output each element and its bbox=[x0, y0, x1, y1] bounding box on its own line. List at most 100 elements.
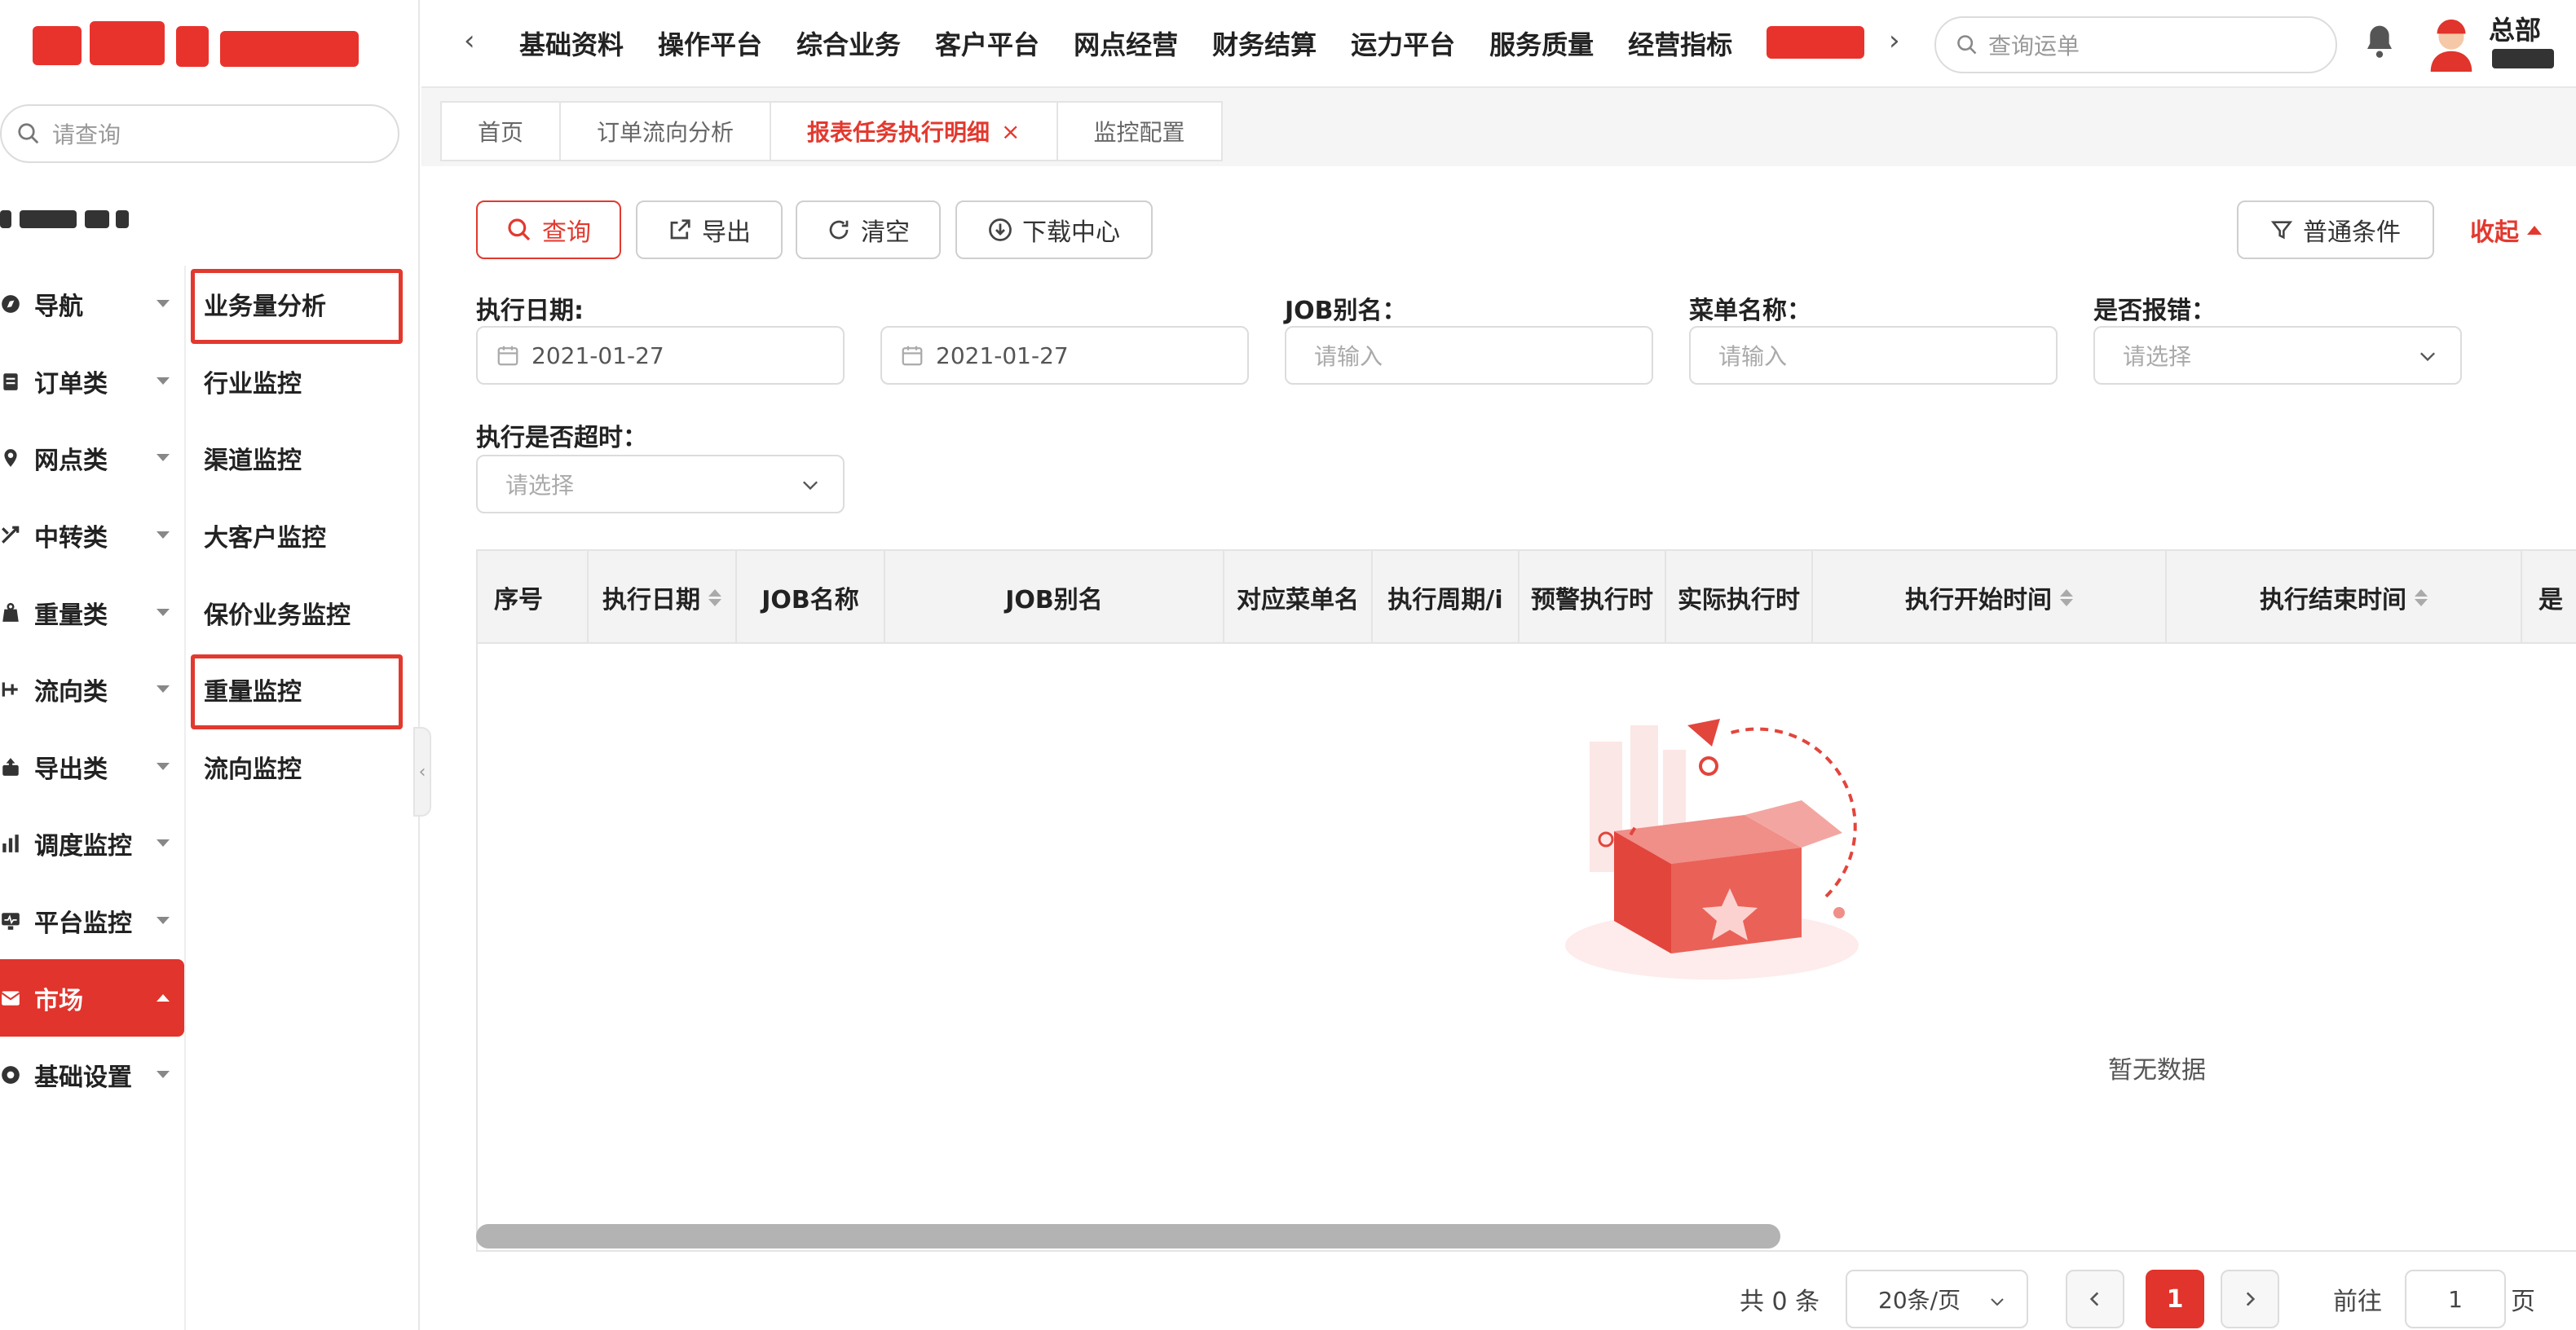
calendar-icon bbox=[496, 343, 520, 368]
bell-icon[interactable] bbox=[2363, 23, 2396, 62]
top-nav-item[interactable]: 客户平台 bbox=[935, 24, 1039, 62]
sidebar-search-input[interactable]: 请查询 bbox=[0, 104, 399, 163]
top-nav-item[interactable]: 网点经营 bbox=[1074, 24, 1178, 62]
date-start-value: 2021-01-27 bbox=[532, 341, 664, 369]
sort-icon[interactable] bbox=[2415, 588, 2428, 606]
is-timeout-select[interactable]: 请选择 bbox=[476, 455, 845, 513]
chevron-down-icon bbox=[157, 762, 170, 770]
column-header-job-name: JOB名称 bbox=[737, 551, 885, 644]
user-detail-redacted bbox=[2492, 49, 2554, 68]
chevron-down-icon bbox=[799, 474, 822, 503]
is-error-select[interactable]: 请选择 bbox=[2093, 326, 2462, 385]
submenu-item-flow[interactable]: 流向监控 bbox=[186, 729, 420, 806]
chevron-left-icon bbox=[2089, 1292, 2099, 1306]
horizontal-scrollbar[interactable] bbox=[476, 1224, 1780, 1249]
tab-report-task-detail[interactable]: 报表任务执行明细 × bbox=[770, 101, 1056, 161]
job-alias-input[interactable]: 请输入 bbox=[1285, 326, 1653, 385]
search-icon bbox=[18, 123, 39, 144]
date-start-input[interactable]: 2021-01-27 bbox=[476, 326, 845, 385]
submenu-item-channel[interactable]: 渠道监控 bbox=[186, 420, 420, 497]
top-nav-item[interactable]: 操作平台 bbox=[658, 24, 762, 62]
chevron-down-icon bbox=[157, 839, 170, 848]
submenu-item-industry[interactable]: 行业监控 bbox=[186, 343, 420, 421]
sidebar-item-outlets[interactable]: 网点类 bbox=[0, 420, 184, 497]
submenu-item-key-account[interactable]: 大客户监控 bbox=[186, 497, 420, 575]
top-nav-item[interactable]: 运力平台 bbox=[1351, 24, 1455, 62]
submenu-item-insured[interactable]: 保价业务监控 bbox=[186, 574, 420, 651]
tab-label: 首页 bbox=[478, 119, 524, 146]
job-alias-label: JOB别名： bbox=[1285, 297, 1407, 325]
chevron-down-icon bbox=[157, 531, 170, 539]
sort-icon[interactable] bbox=[2060, 588, 2073, 606]
clear-button[interactable]: 清空 bbox=[796, 200, 941, 259]
normal-conditions-button[interactable]: 普通条件 bbox=[2237, 200, 2434, 259]
top-nav-item[interactable]: 经营指标 bbox=[1628, 24, 1732, 62]
avatar[interactable] bbox=[2425, 15, 2477, 72]
prev-page-button[interactable] bbox=[2066, 1270, 2124, 1328]
chevron-down-icon bbox=[1987, 1291, 2007, 1318]
query-button[interactable]: 查询 bbox=[476, 200, 621, 259]
tab-home[interactable]: 首页 bbox=[440, 101, 560, 161]
top-nav-item[interactable]: 财务结算 bbox=[1212, 24, 1317, 62]
column-header-exec-date[interactable]: 执行日期 bbox=[589, 551, 737, 644]
close-icon[interactable]: × bbox=[1001, 118, 1020, 145]
top-nav-item[interactable]: 综合业务 bbox=[796, 24, 901, 62]
sort-icon[interactable] bbox=[708, 588, 721, 606]
tab-order-flow[interactable]: 订单流向分析 bbox=[559, 101, 770, 161]
external-link-icon bbox=[668, 218, 692, 242]
top-navbar: ‹ 基础资料 操作平台 综合业务 客户平台 网点经营 财务结算 运力平台 服务质… bbox=[421, 0, 2576, 88]
collapse-filters-button[interactable]: 收起 bbox=[2470, 212, 2542, 248]
sidebar-item-label: 调度监控 bbox=[34, 832, 132, 861]
sidebar-item-export[interactable]: 导出类 bbox=[0, 729, 184, 806]
user-name[interactable]: 总部 bbox=[2489, 10, 2541, 47]
goto-unit-label: 页 bbox=[2511, 1288, 2535, 1316]
column-header-label: 预警执行时 bbox=[1531, 586, 1653, 614]
column-header-start-time[interactable]: 执行开始时间 bbox=[1813, 551, 2167, 644]
menu-name-input[interactable]: 请输入 bbox=[1689, 326, 2058, 385]
date-end-input[interactable]: 2021-01-27 bbox=[880, 326, 1249, 385]
sidebar-item-weight[interactable]: 重量类 bbox=[0, 574, 184, 651]
download-center-label: 下载中心 bbox=[1022, 218, 1120, 247]
download-center-button[interactable]: 下载中心 bbox=[955, 200, 1153, 259]
submenu-panel: 业务量分析 行业监控 渠道监控 大客户监控 保价业务监控 重量监控 流向监控 bbox=[184, 266, 420, 1330]
sidebar: 请查询 导航 订单类 网点类 中转类 重量类 流向类 导出类 调度监控 平台监控… bbox=[0, 0, 420, 1330]
sidebar-item-market[interactable]: 市场 bbox=[0, 959, 184, 1037]
sidebar-item-nav[interactable]: 导航 bbox=[0, 266, 184, 343]
search-icon bbox=[506, 217, 532, 243]
sidebar-collapse-handle[interactable]: ‹ bbox=[413, 727, 431, 817]
sidebar-item-label: 平台监控 bbox=[34, 909, 132, 939]
is-timeout-placeholder: 请选择 bbox=[505, 472, 575, 499]
waybill-search-input[interactable]: 查询运单 bbox=[1934, 16, 2337, 73]
top-nav-item-redacted[interactable] bbox=[1767, 26, 1865, 59]
sidebar-item-platform[interactable]: 平台监控 bbox=[0, 883, 184, 960]
submenu-item-weight[interactable]: 重量监控 bbox=[186, 651, 420, 729]
column-header-label: 是 bbox=[2539, 586, 2563, 614]
table-header: 序号 执行日期 JOB名称 JOB别名 对应菜单名 执行周期/i 预警执行时 实… bbox=[478, 551, 2576, 644]
top-nav-item[interactable]: 服务质量 bbox=[1489, 24, 1594, 62]
column-header-label: 执行周期/i bbox=[1387, 586, 1503, 614]
nav-scroll-left-button[interactable]: ‹ bbox=[464, 24, 475, 57]
sidebar-item-transfer[interactable]: 中转类 bbox=[0, 497, 184, 575]
top-nav-item[interactable]: 基础资料 bbox=[519, 24, 624, 62]
collapse-label: 收起 bbox=[2470, 218, 2519, 247]
submenu-item-business-volume[interactable]: 业务量分析 bbox=[186, 266, 420, 344]
page-number-button[interactable]: 1 bbox=[2146, 1270, 2204, 1328]
export-button[interactable]: 导出 bbox=[636, 200, 783, 259]
goto-page-input[interactable]: 1 bbox=[2405, 1270, 2506, 1328]
column-header-job-alias: JOB别名 bbox=[885, 551, 1224, 644]
page-size-select[interactable]: 20条/页 bbox=[1846, 1270, 2028, 1328]
column-header-end-time[interactable]: 执行结束时间 bbox=[2167, 551, 2522, 644]
next-page-button[interactable] bbox=[2221, 1270, 2279, 1328]
normal-conditions-label: 普通条件 bbox=[2303, 218, 2401, 247]
compass-icon bbox=[0, 293, 28, 315]
sidebar-item-label: 基础设置 bbox=[34, 1064, 132, 1093]
sidebar-item-orders[interactable]: 订单类 bbox=[0, 343, 184, 421]
nav-scroll-right-button[interactable]: › bbox=[1889, 24, 1900, 57]
filter-icon bbox=[2270, 218, 2293, 241]
sidebar-item-dispatch[interactable]: 调度监控 bbox=[0, 805, 184, 883]
sidebar-item-settings[interactable]: 基础设置 bbox=[0, 1037, 184, 1114]
is-timeout-label: 执行是否超时： bbox=[476, 424, 647, 452]
tab-monitor-config[interactable]: 监控配置 bbox=[1056, 101, 1223, 161]
chevron-left-icon: ‹ bbox=[418, 761, 426, 782]
sidebar-item-flow[interactable]: 流向类 bbox=[0, 651, 184, 729]
